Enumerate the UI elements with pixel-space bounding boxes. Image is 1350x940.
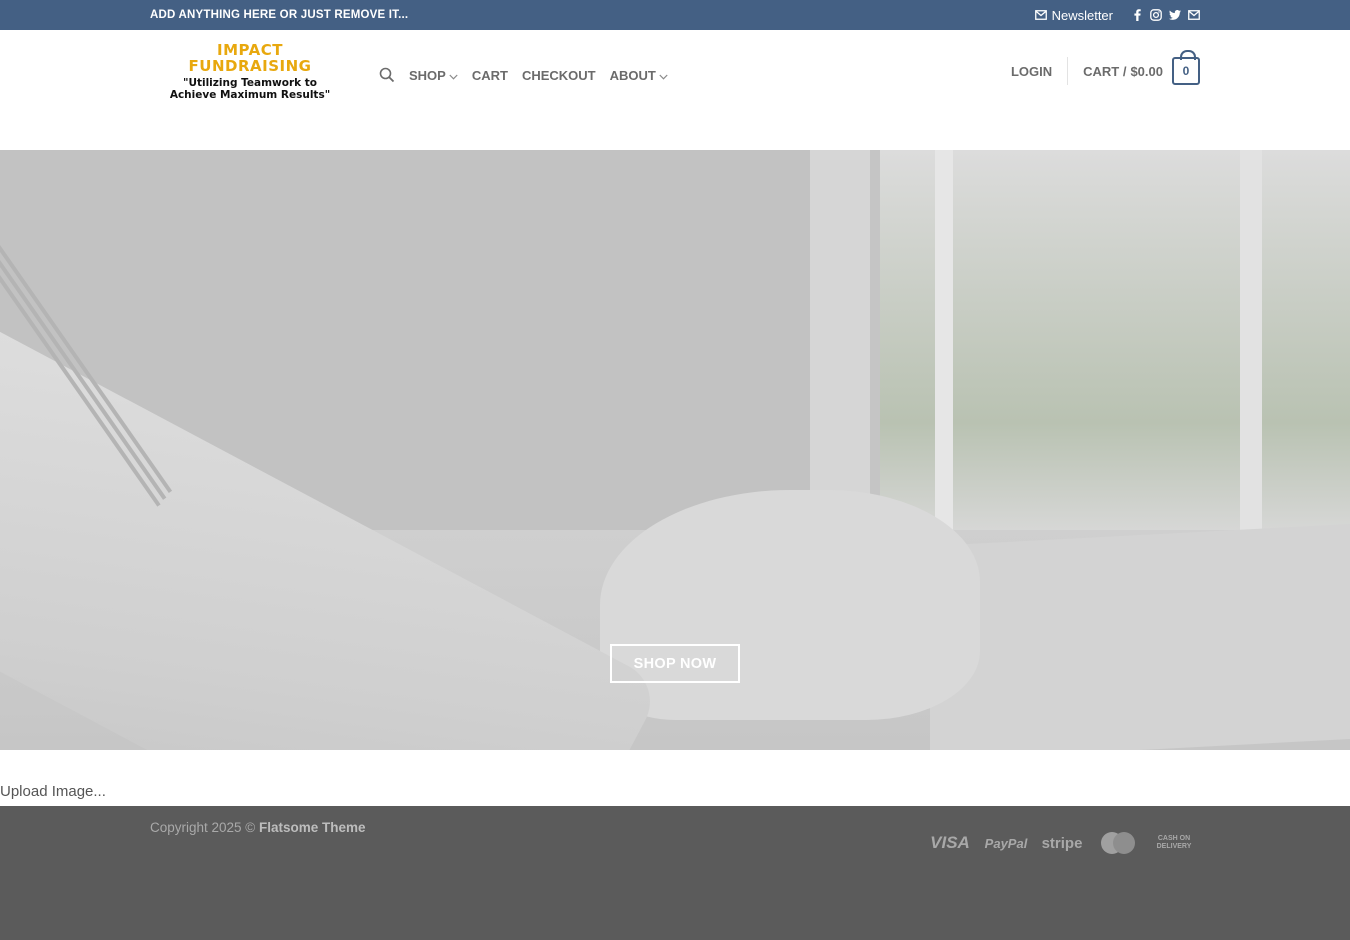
- cart-count: 0: [1182, 64, 1190, 78]
- upload-image-text: Upload Image...: [0, 783, 106, 800]
- visa-icon: VISA: [930, 833, 970, 852]
- newsletter-link[interactable]: Newsletter: [1034, 7, 1113, 23]
- instagram-icon[interactable]: [1150, 9, 1162, 21]
- search-icon[interactable]: [379, 67, 395, 83]
- mastercard-icon: [1094, 826, 1142, 860]
- shop-now-button[interactable]: SHOP NOW: [610, 644, 740, 683]
- cart-count-badge[interactable]: 0: [1172, 50, 1200, 85]
- cash-on-delivery-icon: CASH ON DELIVERY: [1156, 835, 1192, 850]
- hero-window-frame: [810, 150, 870, 540]
- site-header: IMPACT FUNDRAISING "Utilizing Teamwork t…: [0, 30, 1350, 150]
- nav-item-shop[interactable]: SHOP: [409, 68, 458, 83]
- copyright-brand-link[interactable]: Flatsome Theme: [259, 820, 366, 835]
- copyright: Copyright 2025 © Flatsome Theme: [150, 820, 366, 835]
- logo-tagline-2: Achieve Maximum Results": [169, 89, 331, 101]
- payment-icons: VISA PayPal stripe CASH ON DELIVERY: [926, 826, 1198, 860]
- nav-item-about-label: ABOUT: [609, 67, 656, 83]
- logo-tagline-1: "Utilizing Teamwork to: [182, 77, 318, 89]
- hero-window-frame: [935, 150, 953, 540]
- login-link[interactable]: LOGIN: [1011, 64, 1067, 79]
- hero-banner: SHOP NOW: [0, 150, 1350, 750]
- nav-item-checkout[interactable]: CHECKOUT: [522, 68, 596, 83]
- logo-line-2: FUNDRAISING: [188, 57, 312, 75]
- top-bar-message: ADD ANYTHING HERE OR JUST REMOVE IT...: [150, 9, 409, 21]
- envelope-icon: [1034, 10, 1047, 20]
- site-footer: Copyright 2025 © Flatsome Theme VISA Pay…: [0, 806, 1350, 940]
- main-nav: SHOP CART CHECKOUT ABOUT: [379, 66, 668, 84]
- hero-window-frame: [1240, 150, 1262, 540]
- email-icon[interactable]: [1188, 9, 1200, 21]
- header-divider: [1067, 57, 1069, 85]
- chevron-down-icon: [449, 68, 458, 83]
- nav-item-cart-label: CART: [471, 67, 508, 83]
- top-bar: ADD ANYTHING HERE OR JUST REMOVE IT... N…: [0, 0, 1350, 30]
- newsletter-label: Newsletter: [1051, 7, 1113, 23]
- logo-line-1: IMPACT: [217, 41, 283, 59]
- copyright-prefix: Copyright 2025 ©: [150, 820, 256, 835]
- cart-total: $0.00: [1130, 63, 1163, 79]
- site-logo[interactable]: IMPACT FUNDRAISING "Utilizing Teamwork t…: [160, 42, 340, 112]
- cart-link[interactable]: CART / $0.00: [1083, 64, 1163, 79]
- hero-sheet: [930, 523, 1350, 750]
- paypal-icon: PayPal: [984, 835, 1028, 851]
- chevron-down-icon: [659, 68, 668, 83]
- hero-cloth: [600, 490, 980, 720]
- nav-item-checkout-label: CHECKOUT: [521, 67, 596, 83]
- nav-item-about[interactable]: ABOUT: [610, 68, 668, 83]
- nav-item-cart[interactable]: CART: [472, 68, 508, 83]
- cart-label: CART /: [1083, 63, 1127, 79]
- facebook-icon[interactable]: [1131, 9, 1143, 21]
- nav-item-shop-label: SHOP: [409, 67, 446, 83]
- twitter-icon[interactable]: [1169, 9, 1181, 21]
- stripe-icon: stripe: [1041, 834, 1083, 852]
